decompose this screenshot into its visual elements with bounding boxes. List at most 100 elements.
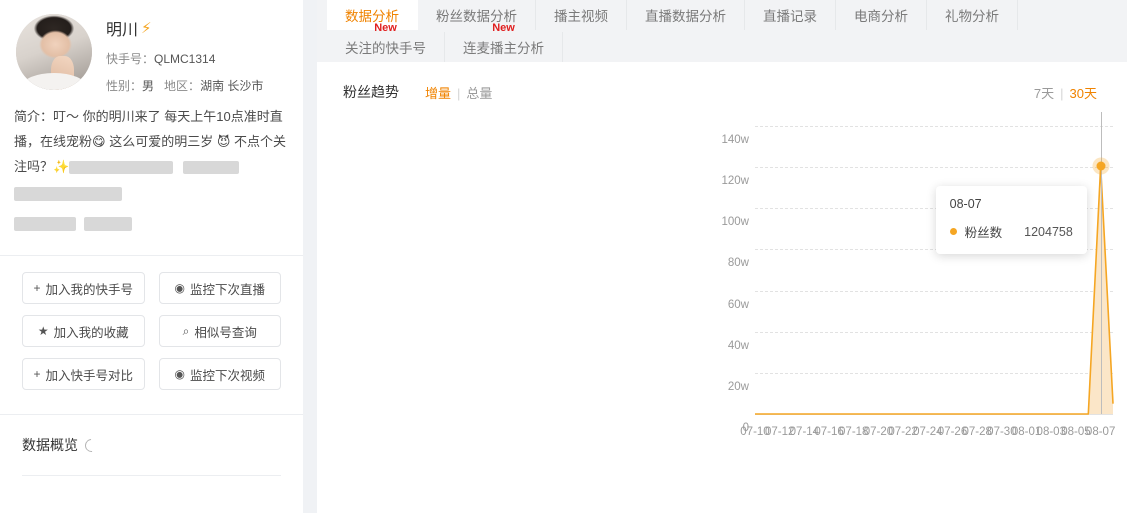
tab-followed-accounts[interactable]: New 关注的快手号 xyxy=(327,22,445,62)
kuaishou-id-row: 快手号：QLMC1314 xyxy=(106,50,263,67)
button-label: 加入我的收藏 xyxy=(53,325,129,340)
metric-toggle: 增量 | 总量 xyxy=(425,83,492,102)
tab-row-primary: 数据分析 New 粉丝数据分析 播主视频 New 直播数据分析 New 直播记录 xyxy=(327,0,1127,30)
redacted-row xyxy=(0,203,303,233)
redacted-row xyxy=(0,179,303,203)
devil-emoji: 😈 xyxy=(216,134,231,149)
profile-name: 明川 xyxy=(106,22,139,39)
add-to-favorites-button[interactable]: ★ 加入我的收藏 xyxy=(22,315,145,347)
tab-label: 播主视频 xyxy=(554,9,608,24)
button-label: 监控下次直播 xyxy=(189,282,265,297)
tooltip-date: 08-07 xyxy=(949,197,982,212)
similar-account-search-button[interactable]: ⌕ 相似号查询 xyxy=(158,315,281,347)
tongue-emoji: 😋 xyxy=(92,134,106,149)
tab-live-records[interactable]: New 直播记录 xyxy=(745,0,836,30)
tab-row-secondary: New 关注的快手号 New 连麦播主分析 xyxy=(327,22,1127,62)
range-separator: | xyxy=(1060,85,1064,101)
tab-label: 连麦播主分析 xyxy=(463,41,544,56)
sidebar-action-buttons: + 加入我的快手号 ◉ 监控下次直播 ★ 加入我的收藏 ⌕ 相似号查询 + 加入… xyxy=(0,256,303,390)
tab-live-data-analysis[interactable]: New 直播数据分析 xyxy=(627,0,745,30)
star-favorite-icon: ★ xyxy=(37,324,49,338)
plot-area xyxy=(755,112,1114,415)
y-axis-tick: 140w xyxy=(721,134,750,146)
main-content: 数据分析 New 粉丝数据分析 播主视频 New 直播数据分析 New 直播记录 xyxy=(317,0,1127,513)
card-title: 粉丝趋势 xyxy=(343,84,399,100)
series-path xyxy=(755,165,1114,415)
hover-vertical-line xyxy=(1100,112,1102,414)
y-axis-tick: 100w xyxy=(721,216,750,229)
lightning-bolt-icon: ⚡ xyxy=(141,20,152,37)
eye-icon: ◉ xyxy=(174,367,185,381)
new-badge: New xyxy=(492,22,515,34)
series-color-dot-icon xyxy=(949,228,957,236)
refresh-icon[interactable] xyxy=(82,435,101,455)
sparkles-emoji: ✨ xyxy=(53,159,70,174)
button-label: 相似号查询 xyxy=(194,325,257,340)
fan-trend-card: 粉丝趋势 增量 | 总量 7天 | 30天 0 20w 40w 60w 80w 100w 120w 1… xyxy=(317,62,1127,492)
tab-comic-host-analysis[interactable]: New 连麦播主分析 xyxy=(445,22,563,62)
bio-label: 简介： xyxy=(14,109,54,124)
tooltip-value: 1204758 xyxy=(1024,224,1073,239)
highlight-point[interactable] xyxy=(1096,161,1106,171)
data-overview-header: 数据概览 xyxy=(0,415,303,455)
gender-region-row: 性别：男 地区：湖南 长沙市 xyxy=(106,77,263,94)
range-30days-option[interactable]: 30天 xyxy=(1070,86,1097,101)
x-axis-labels: 07-10 07-12 07-14 07-16 07-18 07-20 07-22 07-24… xyxy=(740,426,1116,446)
bio-line-3: 这么可爱的明三岁 xyxy=(105,134,217,149)
tab-data-analysis[interactable]: 数据分析 xyxy=(327,0,418,30)
tab-host-videos[interactable]: 播主视频 xyxy=(536,0,627,30)
tab-ecommerce-analysis[interactable]: New 电商分析 xyxy=(836,0,927,30)
redacted-block xyxy=(183,161,240,175)
region-label: 地区： xyxy=(164,79,201,93)
y-axis-labels: 0 20w 40w 60w 80w 100w 120w 140w xyxy=(691,126,750,434)
redacted-block xyxy=(14,216,76,231)
tooltip-series-label: 粉丝数 xyxy=(964,226,1003,241)
redacted-block xyxy=(14,186,122,201)
bio-line-1: 叮～ 你的明川来了 每天上午10点准时 xyxy=(53,109,270,124)
tab-fan-data-analysis[interactable]: New 粉丝数据分析 xyxy=(418,0,536,30)
y-axis-tick: 20w xyxy=(727,380,749,393)
tab-label: 电商分析 xyxy=(854,9,908,24)
monitor-next-live-button[interactable]: ◉ 监控下次直播 xyxy=(158,272,281,304)
avatar xyxy=(16,14,92,90)
x-axis-tick: 08-07 xyxy=(1085,426,1116,438)
y-axis-tick: 60w xyxy=(727,298,749,311)
range-7days-option[interactable]: 7天 xyxy=(1034,86,1054,101)
button-label: 监控下次视频 xyxy=(189,368,265,383)
tab-label: 关注的快手号 xyxy=(345,41,426,56)
add-to-my-kuaishou-button[interactable]: + 加入我的快手号 xyxy=(22,272,145,304)
redacted-block xyxy=(84,216,132,231)
metric-total-option[interactable]: 总量 xyxy=(466,86,492,101)
kuaishou-id-value: QLMC1314 xyxy=(154,52,216,66)
tab-bar: 数据分析 New 粉丝数据分析 播主视频 New 直播数据分析 New 直播记录 xyxy=(317,0,1127,62)
new-badge: New xyxy=(374,22,397,34)
overview-rule xyxy=(22,475,281,476)
data-overview-title: 数据概览 xyxy=(22,437,78,453)
tooltip-series-row: 粉丝数 1204758 xyxy=(949,222,1073,241)
layout-gap xyxy=(303,0,317,513)
profile-name-row: 明川 ⚡ xyxy=(106,16,263,40)
profile-header: 明川 ⚡ 快手号：QLMC1314 性别：男 地区：湖南 长沙市 xyxy=(0,0,303,94)
kuaishou-id-label: 快手号： xyxy=(106,52,155,66)
bio-line-4: 不 xyxy=(230,134,247,149)
region-value: 湖南 长沙市 xyxy=(200,79,264,93)
eye-monitor-icon: ◉ xyxy=(174,281,185,295)
y-axis-tick: 40w xyxy=(727,339,749,352)
add-to-compare-button[interactable]: + 加入快手号对比 xyxy=(22,358,145,390)
chart-tooltip: 08-07 粉丝数 1204758 xyxy=(935,186,1087,255)
monitor-next-video-button[interactable]: ◉ 监控下次视频 xyxy=(158,358,281,390)
tab-label: 直播记录 xyxy=(763,9,817,24)
range-toggle: 7天 | 30天 xyxy=(1034,83,1097,102)
profile-bio: 简介：叮～ 你的明川来了 每天上午10点准时直播，在线宠粉😋 这么可爱的明三岁 … xyxy=(0,94,303,179)
gender-label: 性别： xyxy=(106,79,143,93)
y-axis-tick: 80w xyxy=(727,257,749,270)
tab-gift-analysis[interactable]: New 礼物分析 xyxy=(927,0,1018,30)
metric-increment-option[interactable]: 增量 xyxy=(425,86,451,101)
button-label: 加入快手号对比 xyxy=(45,368,134,383)
plus-icon: + xyxy=(33,281,41,295)
button-label: 加入我的快手号 xyxy=(45,282,134,297)
app-root: 明川 ⚡ 快手号：QLMC1314 性别：男 地区：湖南 长沙市 简介：叮～ 你… xyxy=(0,0,1127,513)
redacted-block xyxy=(69,161,174,175)
fan-trend-chart: 0 20w 40w 60w 80w 100w 120w 140w 07-10 07-12 07-1… xyxy=(317,112,1127,472)
profile-sidebar: 明川 ⚡ 快手号：QLMC1314 性别：男 地区：湖南 长沙市 简介：叮～ 你… xyxy=(0,0,303,513)
